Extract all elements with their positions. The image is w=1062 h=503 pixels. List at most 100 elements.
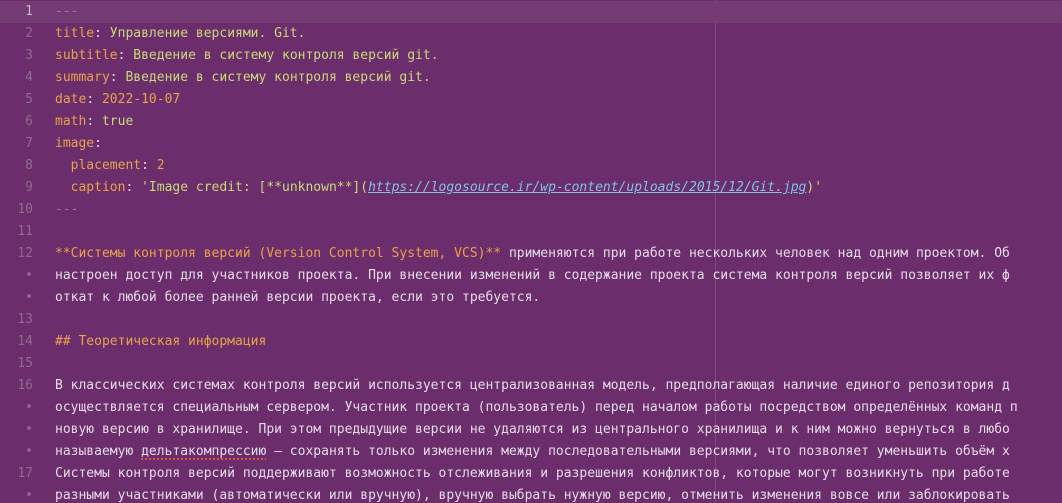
token: caption [55,180,126,195]
editor-line[interactable]: • разными участниками (автоматически или … [0,485,1062,503]
line-number: 10 [17,202,33,217]
line-text: summary: Введение в систему контроля вер… [55,67,431,89]
editor-line[interactable]: 15 [0,353,1062,375]
token: 2022-10-07 [101,92,181,107]
token: true [101,114,134,129]
wrap-indicator: • [25,400,33,415]
editor-line[interactable]: 7 image: [0,133,1062,155]
token: --- [55,202,79,217]
token: )' [806,180,823,195]
line-text: placement: 2 [55,155,165,177]
line-number: 17 [17,466,33,481]
editor-line[interactable]: • новую версию в хранилище. При этом пред… [0,419,1062,441]
line-number: 16 [17,378,33,393]
line-text: осуществляется специальным сервером. Уча… [55,397,1018,419]
editor-line[interactable]: 1 --- [0,1,1062,23]
line-text: image: [55,133,102,155]
token: откат к любой более ранней версии проект… [55,290,541,305]
token: image [55,136,95,151]
editor-line[interactable]: 13 [0,309,1062,331]
token: осуществляется специальным сервером. Уча… [55,400,1018,415]
token: : [94,136,102,151]
token: В классических системах контроля версий … [55,378,1010,393]
editor-line[interactable]: 8 placement: 2 [0,155,1062,177]
line-text: ## Теоретическая информация [55,331,266,353]
token: Системы контроля версий поддерживают воз… [55,466,1018,481]
token: Введение в систему контроля версий git. [133,48,439,63]
line-number: 7 [25,136,33,151]
wrap-indicator: • [25,290,33,305]
token: --- [55,4,79,19]
token: : [141,158,157,173]
token: настроен доступ для участников проекта. … [55,268,1010,283]
line-text: разными участниками (автоматически или в… [55,485,1018,503]
token: разными участниками (автоматически или в… [55,488,1018,503]
line-text: title: Управление версиями. Git. [55,23,305,45]
editor-line[interactable]: • настроен доступ для участников проекта.… [0,265,1062,287]
line-text: В классических системах контроля версий … [55,375,1010,397]
wrap-indicator: • [25,444,33,459]
token: ## Теоретическая информация [55,334,267,349]
line-text: откат к любой более ранней версии проект… [55,287,540,309]
line-text: **Системы контроля версий (Version Contr… [55,243,1010,265]
url-link[interactable]: https://logosource.ir/wp-content/uploads… [368,180,806,195]
editor-line[interactable]: 12 **Системы контроля версий (Version Con… [0,243,1062,265]
token: : [117,48,134,63]
line-number: 9 [25,180,33,195]
line-number: 15 [17,356,33,371]
token: : [86,114,102,129]
line-number: 5 [25,92,33,107]
line-number: 12 [17,246,33,261]
line-number: 8 [25,158,33,173]
token: применяются при работе нескольких челове… [501,246,1010,261]
editor-line[interactable]: • называемую дельтакомпрессию — сохранять… [0,441,1062,463]
token: title [55,26,95,41]
code-editor[interactable]: 1 --- 2 title: Управление версиями. Git. 3 su… [0,0,1062,503]
line-number: 6 [25,114,33,129]
line-number: 1 [25,4,33,19]
token: Введение в систему контроля версий git. [125,70,431,85]
editor-line[interactable]: 17 Системы контроля версий поддерживают в… [0,463,1062,485]
line-text: новую версию в хранилище. При этом преды… [55,419,1010,441]
token: — сохранять только изменения между после… [266,444,1010,459]
token: Управление версиями. Git. [109,26,306,41]
token: дельтакомпрессию [141,444,267,459]
editor-line[interactable]: 5 date: 2022-10-07 [0,89,1062,111]
token: новую версию в хранилище. При этом преды… [55,422,1010,437]
line-text: caption: 'Image credit: [**unknown**](ht… [55,177,822,199]
line-text: Системы контроля версий поддерживают воз… [55,463,1018,485]
token: date [55,92,87,107]
line-number: 3 [25,48,33,63]
token: называемую [55,444,142,459]
token: : [125,180,142,195]
token: summary [55,70,110,85]
wrap-indicator: • [25,268,33,283]
token: 2 [156,158,165,173]
wrap-indicator: • [25,488,33,503]
editor-line[interactable]: • осуществляется специальным сервером. Уч… [0,397,1062,419]
token: : [94,26,110,41]
editor-line[interactable]: 2 title: Управление версиями. Git. [0,23,1062,45]
editor-line[interactable]: 11 [0,221,1062,243]
line-number: 11 [17,224,33,239]
editor-line[interactable]: 4 summary: Введение в систему контроля ве… [0,67,1062,89]
editor-line[interactable]: 10 --- [0,199,1062,221]
token: : [86,92,102,107]
editor-line[interactable]: 14 ## Теоретическая информация [0,331,1062,353]
token: **Системы контроля версий (Version Contr… [55,246,502,261]
line-number: 14 [17,334,33,349]
line-number: 13 [17,312,33,327]
editor-line[interactable]: 6 math: true [0,111,1062,133]
line-number: 2 [25,26,33,41]
line-number: 4 [25,70,33,85]
editor-line[interactable]: 3 subtitle: Введение в систему контроля в… [0,45,1062,67]
token: 'Image credit: [**unknown**]( [141,180,369,195]
editor-line[interactable]: 9 caption: 'Image credit: [**unknown**](… [0,177,1062,199]
editor-line[interactable]: 16 В классических системах контроля верси… [0,375,1062,397]
line-text: настроен доступ для участников проекта. … [55,265,1010,287]
line-text: --- [55,1,78,23]
token: math [55,114,87,129]
line-text: --- [55,199,78,221]
editor-line[interactable]: • откат к любой более ранней версии проек… [0,287,1062,309]
line-text: называемую дельтакомпрессию — сохранять … [55,441,1010,463]
